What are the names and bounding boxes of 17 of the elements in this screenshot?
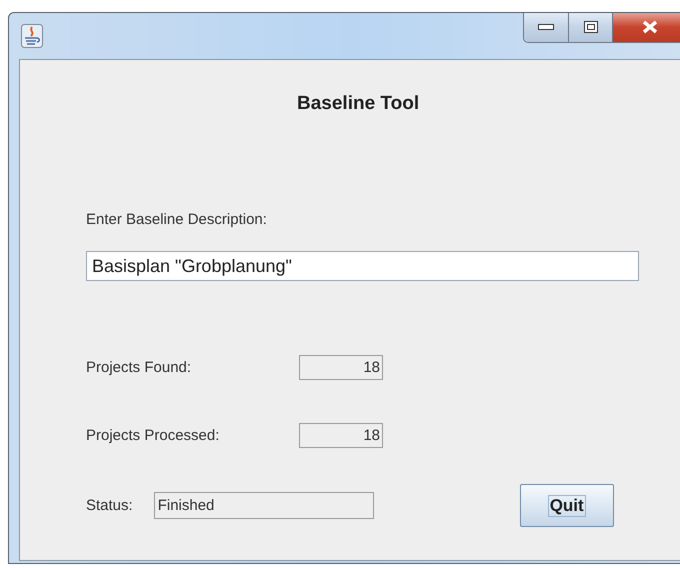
quit-button[interactable]: Quit: [520, 484, 614, 527]
dialog-title: Baseline Tool: [297, 93, 420, 115]
status-label: Status:: [86, 497, 133, 514]
description-field[interactable]: Basisplan "Grobplanung": [86, 251, 639, 281]
maximize-icon: [584, 21, 598, 33]
counter-label: Projects Processed:: [86, 427, 220, 444]
minimize-icon: [538, 24, 554, 30]
java-cup-icon: [21, 24, 43, 48]
counter-field: 18: [299, 423, 383, 448]
minimize-button[interactable]: [524, 13, 568, 42]
status-field: Finished: [154, 492, 374, 519]
description-label: Enter Baseline Description:: [86, 211, 267, 228]
close-button[interactable]: [612, 13, 680, 42]
maximize-button[interactable]: [568, 13, 612, 42]
close-icon: [640, 20, 658, 34]
counter-label: Projects Found:: [86, 359, 192, 376]
counter-field: 18: [299, 355, 383, 380]
